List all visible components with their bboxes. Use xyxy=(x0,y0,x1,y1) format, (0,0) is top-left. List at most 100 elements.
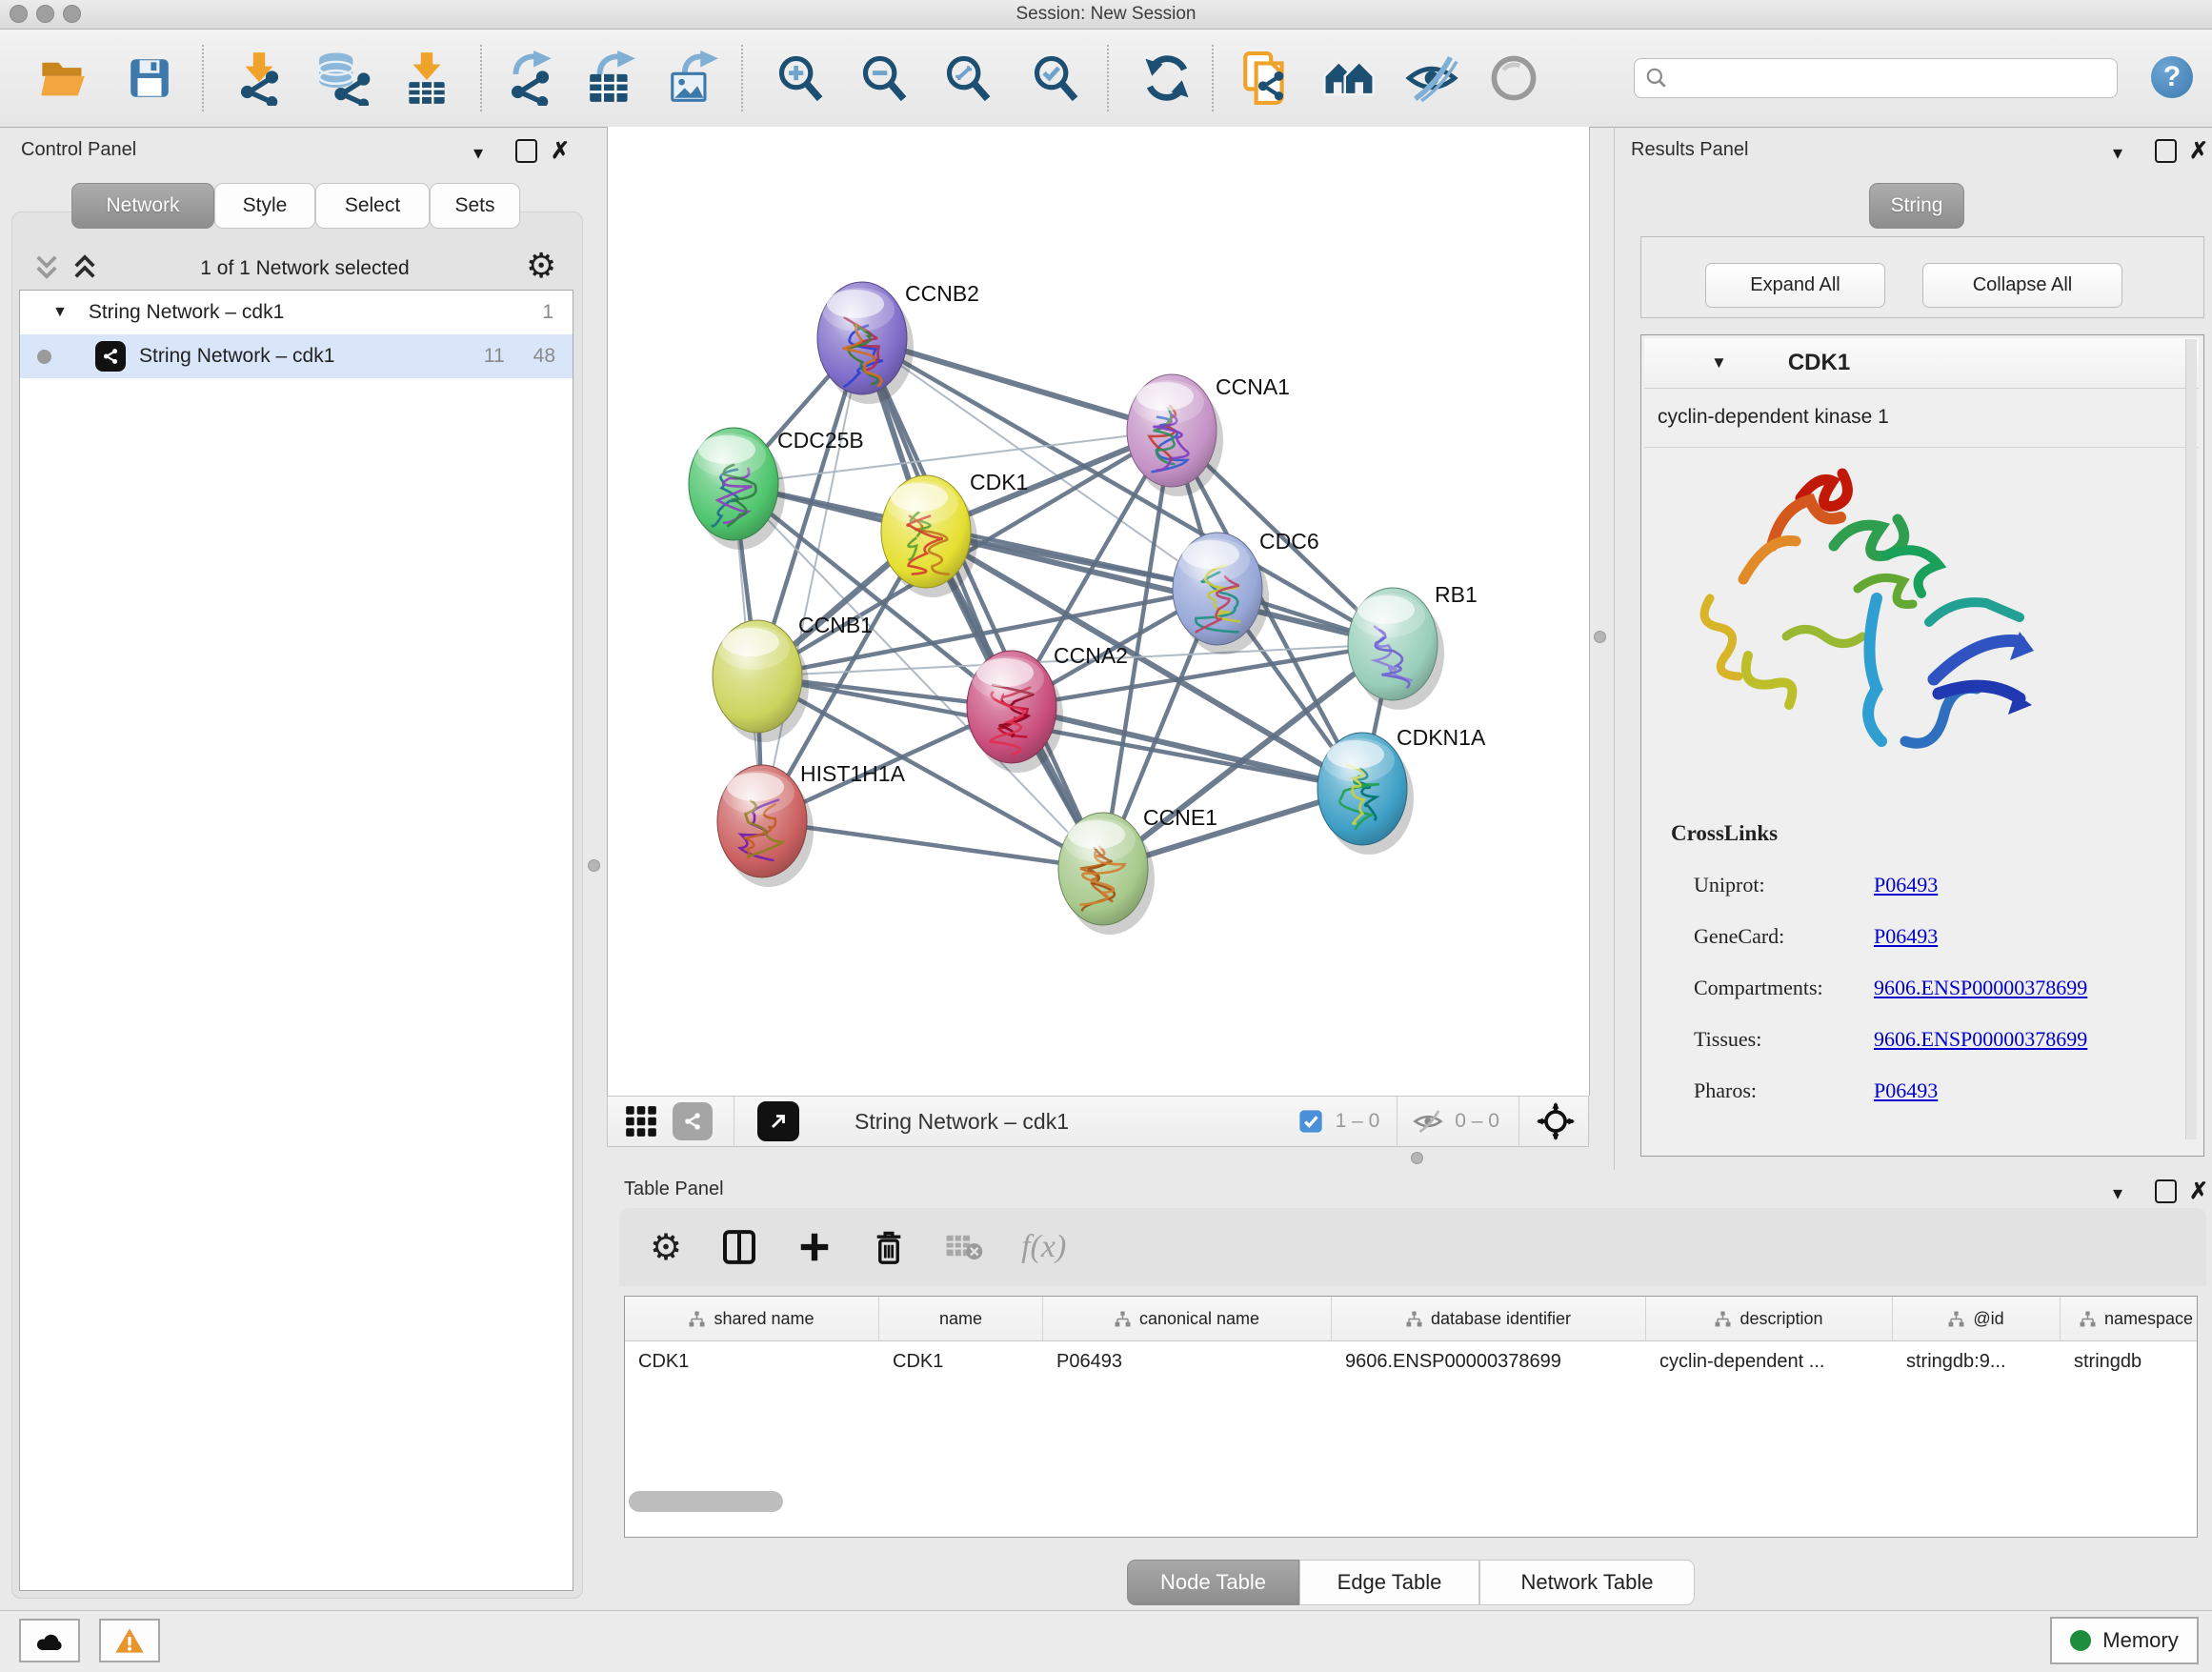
table-cell[interactable]: cyclin-dependent ... xyxy=(1646,1341,1893,1381)
open-in-window-icon[interactable] xyxy=(757,1101,799,1141)
zoom-in-icon[interactable] xyxy=(775,52,825,104)
table-panel-float-icon[interactable] xyxy=(2155,1179,2177,1203)
column-header-canonical-name[interactable]: canonical name xyxy=(1043,1297,1332,1340)
hidden-eye-slash-icon[interactable] xyxy=(1413,1107,1443,1136)
tab-network-table[interactable]: Network Table xyxy=(1479,1560,1695,1605)
results-panel-float-icon[interactable] xyxy=(2155,139,2177,163)
crosslink-label: Uniprot: xyxy=(1694,873,1874,897)
save-session-icon[interactable] xyxy=(126,52,173,104)
tab-node-table[interactable]: Node Table xyxy=(1127,1560,1299,1605)
zoom-out-icon[interactable] xyxy=(859,52,909,104)
delete-column-trash-icon[interactable] xyxy=(871,1228,907,1266)
control-panel-float-icon[interactable] xyxy=(515,139,537,163)
open-session-icon[interactable] xyxy=(38,52,88,104)
column-header-label: shared name xyxy=(714,1309,814,1329)
gene-collapse-triangle-icon[interactable]: ▼ xyxy=(1711,353,1727,373)
table-cell[interactable]: stringdb xyxy=(2061,1341,2212,1381)
export-network-icon[interactable] xyxy=(503,52,556,104)
table-panel-title: Table Panel xyxy=(624,1178,724,1200)
search-input[interactable] xyxy=(1669,67,2092,91)
import-network-file-icon[interactable] xyxy=(232,52,286,104)
table-panel-collapse-icon[interactable]: ▾ xyxy=(2113,1181,2122,1205)
table-toolbar: ⚙ f(x) xyxy=(619,1208,2206,1286)
string-network-graph[interactable]: CCNB2CCNA1CDC25BCDK1CDC6RB1CCNB1CCNA2CDK… xyxy=(607,127,1588,1096)
grid-view-icon[interactable] xyxy=(623,1103,659,1139)
crosslink-link[interactable]: 9606.ENSP00000378699 xyxy=(1874,976,2087,1000)
export-image-icon[interactable] xyxy=(665,52,720,104)
node-table: shared name namecanonical namedatabase id… xyxy=(624,1296,2198,1538)
column-header-database-identifier[interactable]: database identifier xyxy=(1332,1297,1646,1340)
right-splitter-handle[interactable] xyxy=(1594,631,1606,643)
houses-icon[interactable] xyxy=(1320,52,1377,104)
control-panel-collapse-icon[interactable]: ▾ xyxy=(473,141,483,165)
tab-select[interactable]: Select xyxy=(315,183,430,229)
show-eye-icon[interactable] xyxy=(1488,52,1539,104)
gene-description: cyclin-dependent kinase 1 xyxy=(1658,406,1889,429)
network-tree-root-row[interactable]: ▼ String Network – cdk1 1 xyxy=(20,291,573,334)
delete-table-icon[interactable] xyxy=(945,1232,983,1262)
crosslink-link[interactable]: 9606.ENSP00000378699 xyxy=(1874,1027,2087,1052)
apply-layout-icon[interactable] xyxy=(1141,52,1193,104)
add-column-icon[interactable] xyxy=(796,1229,833,1265)
column-header--id[interactable]: @id xyxy=(1893,1297,2061,1340)
help-button[interactable]: ? xyxy=(2151,56,2193,98)
network-tree-child-row[interactable]: String Network – cdk1 11 48 xyxy=(20,334,573,378)
crosslink-label: Pharos: xyxy=(1694,1078,1874,1103)
collection-count: 1 xyxy=(542,301,553,324)
crosslink-link[interactable]: P06493 xyxy=(1874,924,1938,949)
table-cell[interactable]: 9606.ENSP00000378699 xyxy=(1332,1341,1646,1381)
expand-all-button[interactable]: Expand All xyxy=(1705,263,1885,308)
tree-expand-triangle-icon[interactable]: ▼ xyxy=(52,304,68,321)
memory-button[interactable]: Memory xyxy=(2050,1617,2199,1664)
collapse-all-button[interactable]: Collapse All xyxy=(1922,263,2122,308)
zoom-selected-icon[interactable] xyxy=(1031,52,1080,104)
results-scrollbar[interactable] xyxy=(2185,339,2197,1139)
zoom-fit-icon[interactable] xyxy=(943,52,993,104)
hide-eye-slash-icon[interactable] xyxy=(1404,52,1459,104)
results-panel-close-icon[interactable]: ✗ xyxy=(2189,137,2208,165)
crosslink-row: Pharos:P06493 xyxy=(1694,1065,2189,1117)
column-header-namespace[interactable]: namespace xyxy=(2061,1297,2212,1340)
selected-checkbox-icon[interactable] xyxy=(1297,1108,1324,1135)
show-columns-icon[interactable] xyxy=(720,1228,758,1266)
crosslink-label: GeneCard: xyxy=(1694,924,1874,949)
svg-text:CCNA2: CCNA2 xyxy=(1054,643,1128,668)
collapse-all-tree-icon[interactable] xyxy=(34,253,59,282)
main-toolbar: ? xyxy=(0,30,2212,128)
tab-network[interactable]: Network xyxy=(71,183,214,229)
warning-button[interactable] xyxy=(99,1619,160,1662)
table-cell[interactable]: stringdb:9... xyxy=(1893,1341,2061,1381)
column-header-description[interactable]: description xyxy=(1646,1297,1893,1340)
cloud-button[interactable] xyxy=(19,1619,80,1662)
column-header-shared-name[interactable]: shared name xyxy=(625,1297,879,1340)
import-table-file-icon[interactable] xyxy=(400,52,453,104)
table-panel-close-icon[interactable]: ✗ xyxy=(2189,1178,2208,1205)
horizontal-splitter-handle[interactable] xyxy=(1411,1152,1423,1164)
crosslink-link[interactable]: P06493 xyxy=(1874,873,1938,897)
gene-symbol: CDK1 xyxy=(1788,350,1850,376)
table-horizontal-scrollbar[interactable] xyxy=(629,1491,783,1512)
import-network-database-icon[interactable] xyxy=(314,52,373,104)
network-from-selection-icon[interactable] xyxy=(1240,52,1292,104)
control-panel-close-icon[interactable]: ✗ xyxy=(551,137,570,165)
string-share-icon[interactable] xyxy=(673,1102,713,1140)
left-splitter-handle[interactable] xyxy=(588,859,600,872)
expand-all-tree-icon[interactable] xyxy=(72,253,97,282)
birdseye-crosshair-icon[interactable] xyxy=(1537,1102,1575,1140)
table-cell[interactable]: CDK1 xyxy=(879,1341,1043,1381)
results-panel-collapse-icon[interactable]: ▾ xyxy=(2113,141,2122,165)
table-cell[interactable]: CDK1 xyxy=(625,1341,879,1381)
export-table-icon[interactable] xyxy=(583,52,640,104)
table-row[interactable]: CDK1CDK1P064939606.ENSP00000378699cyclin… xyxy=(625,1341,2197,1381)
table-cell[interactable]: P06493 xyxy=(1043,1341,1332,1381)
crosslink-link[interactable]: P06493 xyxy=(1874,1078,1938,1103)
tab-string[interactable]: String xyxy=(1869,183,1964,229)
function-builder-icon[interactable]: f(x) xyxy=(1021,1229,1066,1265)
gene-section-header[interactable]: ▼ CDK1 xyxy=(1644,338,2199,389)
column-header-name[interactable]: name xyxy=(879,1297,1043,1340)
table-settings-gear-icon[interactable]: ⚙ xyxy=(650,1226,682,1269)
tab-sets[interactable]: Sets xyxy=(430,183,520,229)
network-options-gear-icon[interactable]: ⚙ xyxy=(526,246,556,286)
tab-style[interactable]: Style xyxy=(214,183,315,229)
tab-edge-table[interactable]: Edge Table xyxy=(1299,1560,1479,1605)
